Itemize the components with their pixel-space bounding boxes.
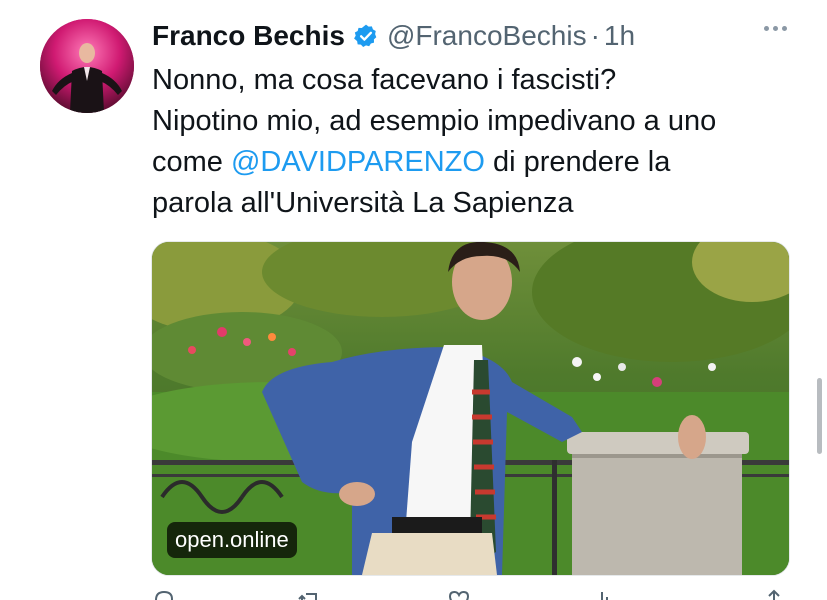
more-options-icon[interactable]	[764, 26, 787, 31]
retweet-icon[interactable]	[297, 588, 321, 600]
tweet-text-prefix: come	[152, 146, 231, 178]
author-name[interactable]: Franco Bechis	[152, 20, 345, 52]
separator-dot: ·	[590, 20, 600, 51]
verified-badge-icon	[353, 23, 379, 49]
tweet-text-line: Nipotino mio, ad esempio impedivano a un…	[152, 105, 717, 137]
mention-link[interactable]: @DAVIDPARENZO	[231, 146, 485, 178]
views-icon[interactable]	[592, 588, 616, 600]
link-domain-label[interactable]: open.online	[167, 522, 297, 558]
like-icon[interactable]	[447, 588, 471, 600]
timestamp[interactable]: 1h	[604, 20, 635, 52]
tweet-header: Franco Bechis @FrancoBechis · 1h	[152, 14, 635, 58]
avatar[interactable]	[40, 19, 134, 113]
tweet-text-line: come @DAVIDPARENZO di prendere la	[152, 142, 792, 183]
tweet-text-line: parola all'Università La Sapienza	[152, 187, 574, 219]
tweet-actions	[152, 588, 792, 600]
share-icon[interactable]	[762, 588, 786, 600]
tweet-card[interactable]: Franco Bechis @FrancoBechis · 1h Nonno, …	[0, 0, 827, 600]
author-handle[interactable]: @FrancoBechis	[387, 20, 587, 52]
tweet-text-suffix: di prendere la	[484, 146, 671, 178]
tweet-text-line: Nonno, ma cosa facevano i fascisti?	[152, 64, 617, 96]
tweet-text: Nonno, ma cosa facevano i fascisti? Nipo…	[152, 60, 792, 224]
scrollbar[interactable]	[817, 378, 822, 454]
reply-icon[interactable]	[152, 588, 176, 600]
avatar-image	[40, 19, 134, 113]
